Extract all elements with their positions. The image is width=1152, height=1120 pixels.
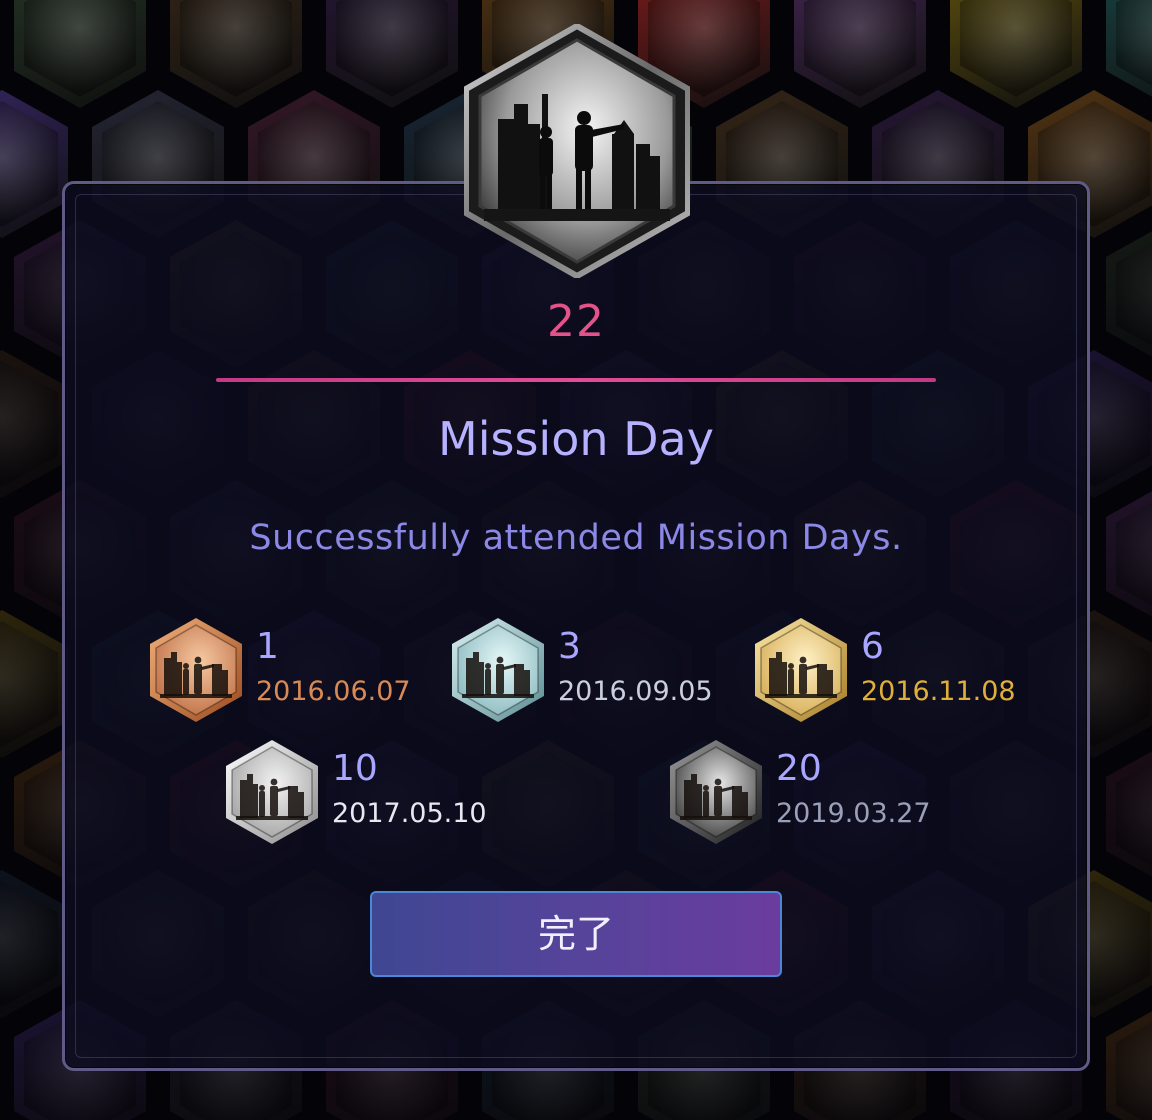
background-badge-icon (1106, 0, 1152, 108)
tier-onyx: 20 2019.03.27 (668, 738, 998, 848)
tier-date: 2019.03.27 (776, 798, 931, 829)
badge-progress-count: 22 (547, 296, 605, 347)
tier-platinum: 10 2017.05.10 (224, 738, 554, 848)
tier-date: 2016.11.08 (861, 676, 1016, 707)
badge-title: Mission Day (438, 412, 714, 466)
tier-gold: 6 2016.11.08 (753, 616, 1083, 726)
silver-medal-icon (452, 618, 544, 722)
background-badge-icon (794, 0, 926, 108)
tier-date: 2017.05.10 (332, 798, 487, 829)
background-badge-icon (170, 0, 302, 108)
mission-day-badge-icon (464, 24, 690, 278)
background-badge-icon (0, 90, 68, 238)
badge-detail-screen: 22 Mission Day Successfully attended Mis… (0, 0, 1152, 1120)
background-badge-icon (326, 0, 458, 108)
done-button[interactable]: 完了 (370, 891, 782, 977)
tier-count: 1 (256, 626, 279, 667)
background-badge-icon (0, 610, 68, 758)
bronze-medal-icon (150, 618, 242, 722)
background-badge-icon (0, 870, 68, 1018)
badge-description: Successfully attended Mission Days. (249, 518, 903, 558)
tier-silver: 3 2016.09.05 (450, 616, 780, 726)
tier-count: 3 (558, 626, 581, 667)
tier-count: 20 (776, 748, 822, 789)
background-badge-icon (1106, 740, 1152, 888)
onyx-medal-icon (670, 740, 762, 844)
title-divider (216, 378, 936, 382)
background-badge-icon (14, 0, 146, 108)
tier-bronze: 1 2016.06.07 (148, 616, 478, 726)
tier-count: 6 (861, 626, 884, 667)
gold-medal-icon (755, 618, 847, 722)
background-badge-icon (1106, 1000, 1152, 1120)
tier-date: 2016.09.05 (558, 676, 713, 707)
background-badge-icon (950, 0, 1082, 108)
platinum-medal-icon (226, 740, 318, 844)
tier-count: 10 (332, 748, 378, 789)
tier-date: 2016.06.07 (256, 676, 411, 707)
